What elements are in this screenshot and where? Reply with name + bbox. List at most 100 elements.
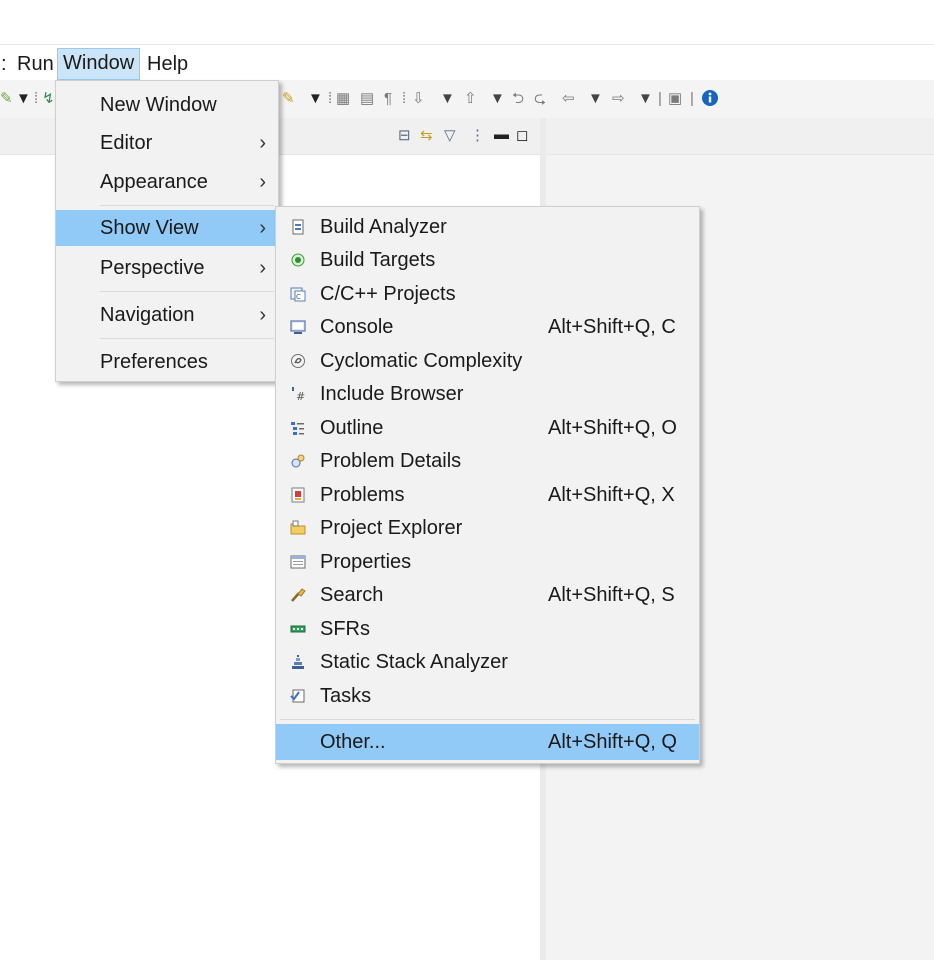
project-explorer-icon: [290, 520, 306, 535]
menu-item-properties[interactable]: Properties: [276, 546, 699, 579]
dropdown-arrow-icon[interactable]: ▼: [308, 90, 323, 108]
properties-icon: [290, 555, 306, 569]
menu-item-shortcut: Alt+Shift+Q, C: [548, 316, 676, 338]
problems-icon: [291, 487, 305, 503]
collapse-all-icon[interactable]: ⊟: [398, 126, 411, 144]
menu-item-label: Build Targets: [320, 249, 436, 271]
menu-item-project-explorer[interactable]: Project Explorer: [276, 512, 699, 545]
menu-item-label: Problem Details: [320, 450, 462, 472]
menu-item-shortcut: Alt+Shift+Q, O: [548, 417, 677, 439]
menu-item-label: Static Stack Analyzer: [320, 651, 508, 673]
menu-item-shortcut: Alt+Shift+Q, Q: [548, 731, 677, 753]
include-browser-icon: #: [292, 387, 305, 402]
menu-item-label: Editor: [100, 132, 153, 154]
menu-item-sfrs[interactable]: SFRs: [276, 613, 699, 646]
menu-item-label: Problems: [320, 484, 405, 506]
pin-editor-icon[interactable]: ▣: [668, 90, 682, 108]
redo-edit-icon[interactable]: ⮎: [534, 90, 546, 108]
menu-item-editor[interactable]: Editor ›: [56, 125, 278, 161]
build-analyzer-icon: [292, 219, 304, 235]
problem-details-icon: [291, 454, 305, 468]
toolbar-separator: ⁞: [34, 90, 39, 107]
menu-item-label: Project Explorer: [320, 517, 463, 539]
dropdown-arrow-icon[interactable]: ▼: [490, 90, 505, 108]
menu-separator: [100, 205, 274, 206]
menu-item-problem-details[interactable]: Problem Details: [276, 445, 699, 478]
maximize-icon[interactable]: ◻: [516, 126, 528, 144]
menu-item-appearance[interactable]: Appearance ›: [56, 164, 278, 200]
menu-item-label: Outline: [320, 417, 384, 439]
menu-item-perspective[interactable]: Perspective ›: [56, 250, 278, 286]
menu-item-static-stack-analyzer[interactable]: Static Stack Analyzer: [276, 646, 699, 679]
dropdown-arrow-icon[interactable]: ▼: [588, 90, 603, 108]
toolbar-separator: |: [658, 90, 662, 107]
submenu-arrow-icon: ›: [259, 257, 266, 279]
view-menu-icon[interactable]: ⋮: [470, 126, 485, 144]
dropdown-arrow-icon[interactable]: ▼: [440, 90, 455, 108]
menu-item-console[interactable]: Console Alt+Shift+Q, C: [276, 311, 699, 344]
info-icon[interactable]: [701, 89, 719, 107]
forward-icon[interactable]: ⇨: [612, 90, 625, 108]
last-edit-icon[interactable]: ⮌: [512, 90, 524, 108]
cpp-projects-icon: C: [290, 287, 306, 302]
filter-icon[interactable]: ▽: [444, 126, 456, 144]
menu-item-show-view[interactable]: Show View ›: [56, 210, 278, 246]
menu-item-label: Appearance: [100, 171, 208, 193]
toolbar-search-icon[interactable]: ✎: [282, 90, 295, 108]
toolbar-block-icon[interactable]: ▤: [360, 90, 374, 108]
right-view-tabbar: [546, 118, 934, 155]
menu-item-navigation[interactable]: Navigation ›: [56, 297, 278, 333]
menu-item-label: Build Analyzer: [320, 216, 447, 238]
menu-item-label: Tasks: [320, 685, 372, 707]
prev-annotation-icon[interactable]: ⇧: [464, 90, 477, 108]
menu-item-build-targets[interactable]: Build Targets: [276, 244, 699, 277]
menu-item-new-window[interactable]: New Window: [56, 87, 278, 123]
toolbar-tool-icon[interactable]: ✎: [0, 90, 13, 108]
link-with-editor-icon[interactable]: ⇆: [420, 126, 433, 144]
next-annotation-icon[interactable]: ⇩: [412, 90, 425, 108]
menu-item-cyclomatic-complexity[interactable]: Cyclomatic Complexity: [276, 345, 699, 378]
sfrs-icon: [290, 625, 306, 633]
toolbar-debug-icon[interactable]: ↯: [42, 90, 55, 108]
dropdown-arrow-icon[interactable]: ▼: [638, 90, 653, 108]
menu-item-include-browser[interactable]: # Include Browser: [276, 378, 699, 411]
tasks-icon: [290, 689, 305, 703]
menu-item-label: Include Browser: [320, 383, 464, 405]
menu-item-problems[interactable]: Problems Alt+Shift+Q, X: [276, 479, 699, 512]
console-icon: [290, 320, 306, 334]
menu-item-label: Properties: [320, 551, 412, 573]
dropdown-arrow-icon[interactable]: ▼: [16, 90, 31, 108]
menu-item-label: Preferences: [100, 351, 208, 373]
menu-item-search[interactable]: Search Alt+Shift+Q, S: [276, 579, 699, 612]
menu-separator: [100, 291, 274, 292]
menu-item-cpp-projects[interactable]: C C/C++ Projects: [276, 278, 699, 311]
menu-item-label: SFRs: [320, 618, 370, 640]
menu-run[interactable]: Run: [12, 49, 59, 79]
svg-text:C: C: [296, 293, 301, 301]
toolbar-separator: ⁞: [328, 90, 333, 107]
menu-window[interactable]: Window: [57, 48, 141, 80]
menu-item-label: Search: [320, 584, 384, 606]
static-stack-analyzer-icon: [292, 655, 304, 669]
menu-item-label: Show View: [100, 217, 199, 239]
back-icon[interactable]: ⇦: [562, 90, 575, 108]
menu-item-shortcut: Alt+Shift+Q, X: [548, 484, 675, 506]
menu-item-outline[interactable]: Outline Alt+Shift+Q, O: [276, 412, 699, 445]
menu-item-label: Navigation: [100, 304, 195, 326]
menubar-item-partial[interactable]: :: [0, 49, 12, 79]
submenu-arrow-icon: ›: [259, 217, 266, 239]
toolbar-toggle-icon[interactable]: ▦: [336, 90, 350, 108]
toolbar-whitespace-icon[interactable]: ¶: [384, 90, 392, 108]
menu-item-build-analyzer[interactable]: Build Analyzer: [276, 211, 699, 244]
menu-help[interactable]: Help: [142, 49, 193, 79]
menu-item-tasks[interactable]: Tasks: [276, 680, 699, 713]
minimize-icon[interactable]: ▬: [494, 126, 509, 143]
toolbar-separator: |: [690, 90, 694, 107]
build-targets-icon: [291, 253, 305, 267]
menu-item-label: Cyclomatic Complexity: [320, 350, 523, 372]
menu-item-other[interactable]: Other... Alt+Shift+Q, Q: [276, 724, 699, 760]
svg-text:#: #: [296, 390, 305, 402]
menu-item-preferences[interactable]: Preferences: [56, 344, 278, 380]
submenu-arrow-icon: ›: [259, 304, 266, 326]
show-view-submenu: Build Analyzer Build Targets C C/C++ Pro…: [275, 206, 700, 764]
